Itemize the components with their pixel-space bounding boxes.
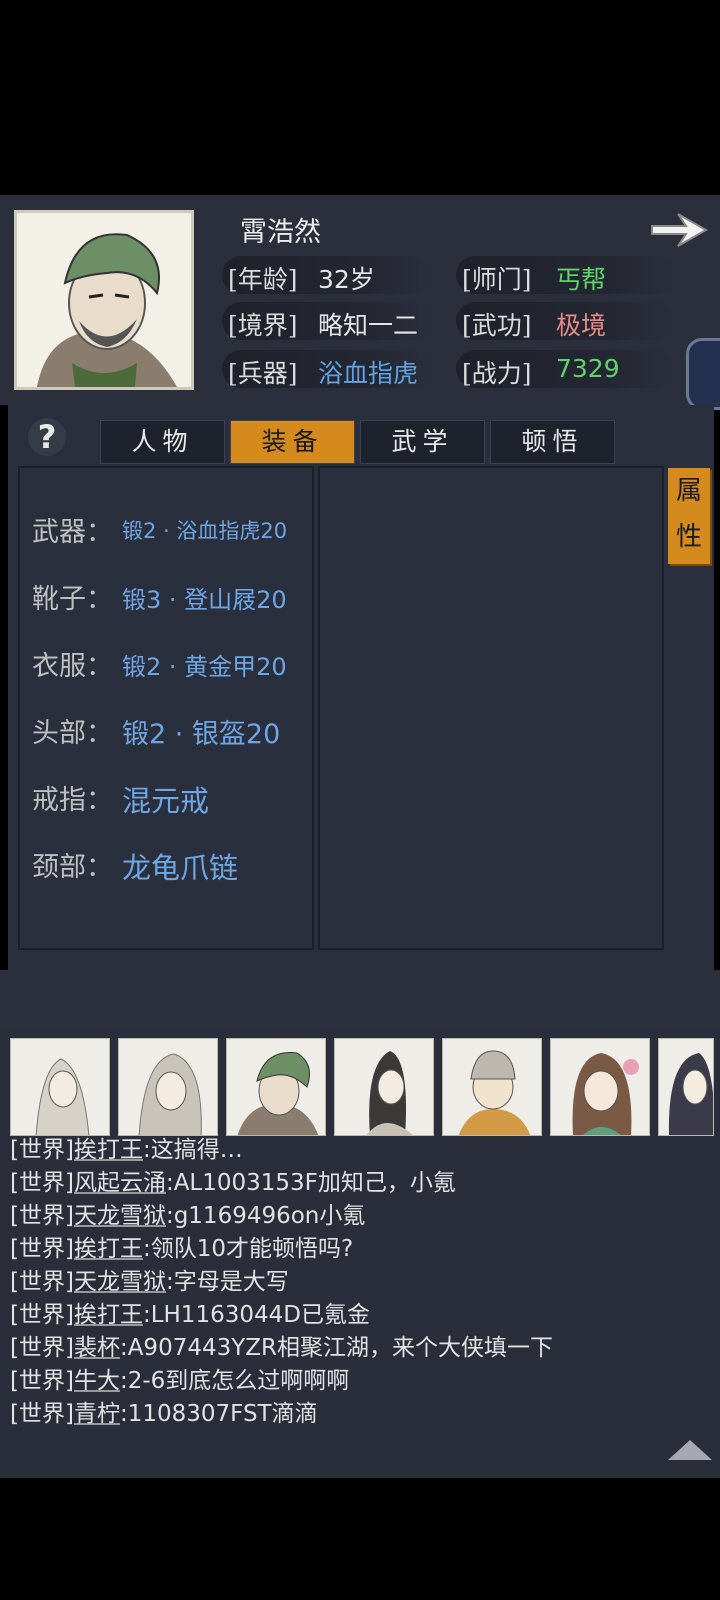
chat-message: [世界]天龙雪狱:g1169496on小氪 bbox=[10, 1196, 365, 1230]
chat-channel: [世界] bbox=[10, 1236, 74, 1262]
chat-message: [世界]天龙雪狱:字母是大写 bbox=[10, 1262, 289, 1296]
martial-value: 极境 bbox=[556, 311, 607, 340]
chat-channel: [世界] bbox=[10, 1401, 74, 1427]
sect-label: [师门] bbox=[462, 265, 532, 294]
weapon-value: 浴血指虎 bbox=[318, 359, 419, 388]
chat-channel: [世界] bbox=[10, 1302, 74, 1328]
chat-message: [世界]挨打王:领队10才能顿悟吗? bbox=[10, 1229, 353, 1263]
slot-neck-label: 颈部： bbox=[32, 852, 113, 883]
character-portrait[interactable] bbox=[14, 210, 194, 390]
team-avatar[interactable] bbox=[226, 1038, 326, 1136]
slot-weapon-item[interactable]: 锻2 · 浴血指虎20 bbox=[122, 515, 287, 545]
slot-head-label: 头部： bbox=[32, 718, 113, 749]
age-label: [年龄] bbox=[228, 265, 298, 294]
team-avatar[interactable] bbox=[118, 1038, 218, 1136]
team-avatar[interactable] bbox=[550, 1038, 650, 1136]
chat-text: :LH1163044D已氪金 bbox=[142, 1302, 370, 1328]
expand-chat-icon[interactable] bbox=[668, 1440, 712, 1460]
chat-text: :1108307FST滴滴 bbox=[119, 1401, 318, 1427]
chat-text: :这搞得… bbox=[142, 1137, 243, 1163]
tab-character[interactable]: 人物 bbox=[100, 420, 225, 464]
chat-message: [世界]挨打王:这搞得… bbox=[10, 1130, 243, 1164]
chat-text: :2-6到底怎么过啊啊啊 bbox=[119, 1368, 350, 1394]
tab-enlightenment[interactable]: 顿悟 bbox=[490, 420, 615, 464]
chat-user-link[interactable]: 天龙雪狱 bbox=[74, 1269, 166, 1295]
team-avatar[interactable] bbox=[658, 1038, 714, 1136]
chat-text: :领队10才能顿悟吗? bbox=[142, 1236, 354, 1262]
realm-value: 略知一二 bbox=[318, 311, 419, 340]
martial-label: [武功] bbox=[462, 311, 532, 340]
chat-channel: [世界] bbox=[10, 1203, 74, 1229]
chat-text: :g1169496on小氪 bbox=[165, 1203, 366, 1229]
chat-message: [世界]裴杯:A907443YZR相聚江湖，来个大侠填一下 bbox=[10, 1328, 553, 1362]
slot-boots-item[interactable]: 锻3 · 登山屐20 bbox=[122, 580, 287, 615]
divider bbox=[0, 970, 720, 1028]
attributes-side-tab[interactable]: 属性 bbox=[668, 468, 710, 564]
chat-user-link[interactable]: 青柠 bbox=[74, 1401, 120, 1427]
age-value: 32岁 bbox=[318, 265, 375, 294]
slot-weapon-label: 武器： bbox=[32, 517, 113, 548]
weapon-label: [兵器] bbox=[228, 359, 298, 388]
chat-user-link[interactable]: 挨打王 bbox=[74, 1137, 143, 1163]
slot-boots-label: 靴子： bbox=[32, 584, 113, 615]
chat-user-link[interactable]: 牛大 bbox=[74, 1368, 120, 1394]
slot-head-item[interactable]: 锻2 · 银盔20 bbox=[122, 712, 280, 751]
chat-user-link[interactable]: 挨打王 bbox=[74, 1302, 143, 1328]
slot-clothes-item[interactable]: 锻2 · 黄金甲20 bbox=[122, 647, 287, 682]
chat-text: :A907443YZR相聚江湖，来个大侠填一下 bbox=[119, 1335, 554, 1361]
chat-user-link[interactable]: 挨打王 bbox=[74, 1236, 143, 1262]
tab-equipment[interactable]: 装备 bbox=[230, 420, 355, 464]
chat-message: [世界]牛大:2-6到底怎么过啊啊啊 bbox=[10, 1361, 349, 1395]
chat-user-link[interactable]: 天龙雪狱 bbox=[74, 1203, 166, 1229]
power-value: 7329 bbox=[556, 354, 620, 383]
chat-channel: [世界] bbox=[10, 1368, 74, 1394]
chat-user-link[interactable]: 裴杯 bbox=[74, 1335, 120, 1361]
chat-channel: [世界] bbox=[10, 1335, 74, 1361]
chat-text: :字母是大写 bbox=[165, 1269, 289, 1295]
book-icon[interactable] bbox=[686, 338, 720, 410]
chat-channel: [世界] bbox=[10, 1170, 74, 1196]
team-avatar[interactable] bbox=[10, 1038, 110, 1136]
sect-value: 丐帮 bbox=[556, 265, 607, 294]
slot-ring-item[interactable]: 混元戒 bbox=[122, 778, 209, 820]
tab-martial-arts[interactable]: 武学 bbox=[360, 420, 485, 464]
team-avatar[interactable] bbox=[334, 1038, 434, 1136]
help-icon[interactable]: ? bbox=[28, 418, 66, 456]
chat-message: [世界]挨打王:LH1163044D已氪金 bbox=[10, 1295, 370, 1329]
team-avatar[interactable] bbox=[442, 1038, 542, 1136]
chat-text: :AL1003153F加知己，小氪 bbox=[165, 1170, 456, 1196]
chat-user-link[interactable]: 风起云涌 bbox=[74, 1170, 166, 1196]
next-arrow-icon[interactable] bbox=[648, 208, 710, 252]
equipment-detail bbox=[318, 466, 664, 950]
slot-neck-item[interactable]: 龙龟爪链 bbox=[122, 845, 238, 887]
chat-message: [世界]青柠:1108307FST滴滴 bbox=[10, 1394, 318, 1428]
chat-channel: [世界] bbox=[10, 1137, 74, 1163]
slot-clothes-label: 衣服： bbox=[32, 651, 113, 682]
realm-label: [境界] bbox=[228, 311, 298, 340]
slot-ring-label: 戒指： bbox=[32, 785, 113, 816]
power-label: [战力] bbox=[462, 359, 532, 388]
chat-message: [世界]风起云涌:AL1003153F加知己，小氪 bbox=[10, 1163, 456, 1197]
character-name: 霄浩然 bbox=[240, 217, 321, 248]
chat-channel: [世界] bbox=[10, 1269, 74, 1295]
